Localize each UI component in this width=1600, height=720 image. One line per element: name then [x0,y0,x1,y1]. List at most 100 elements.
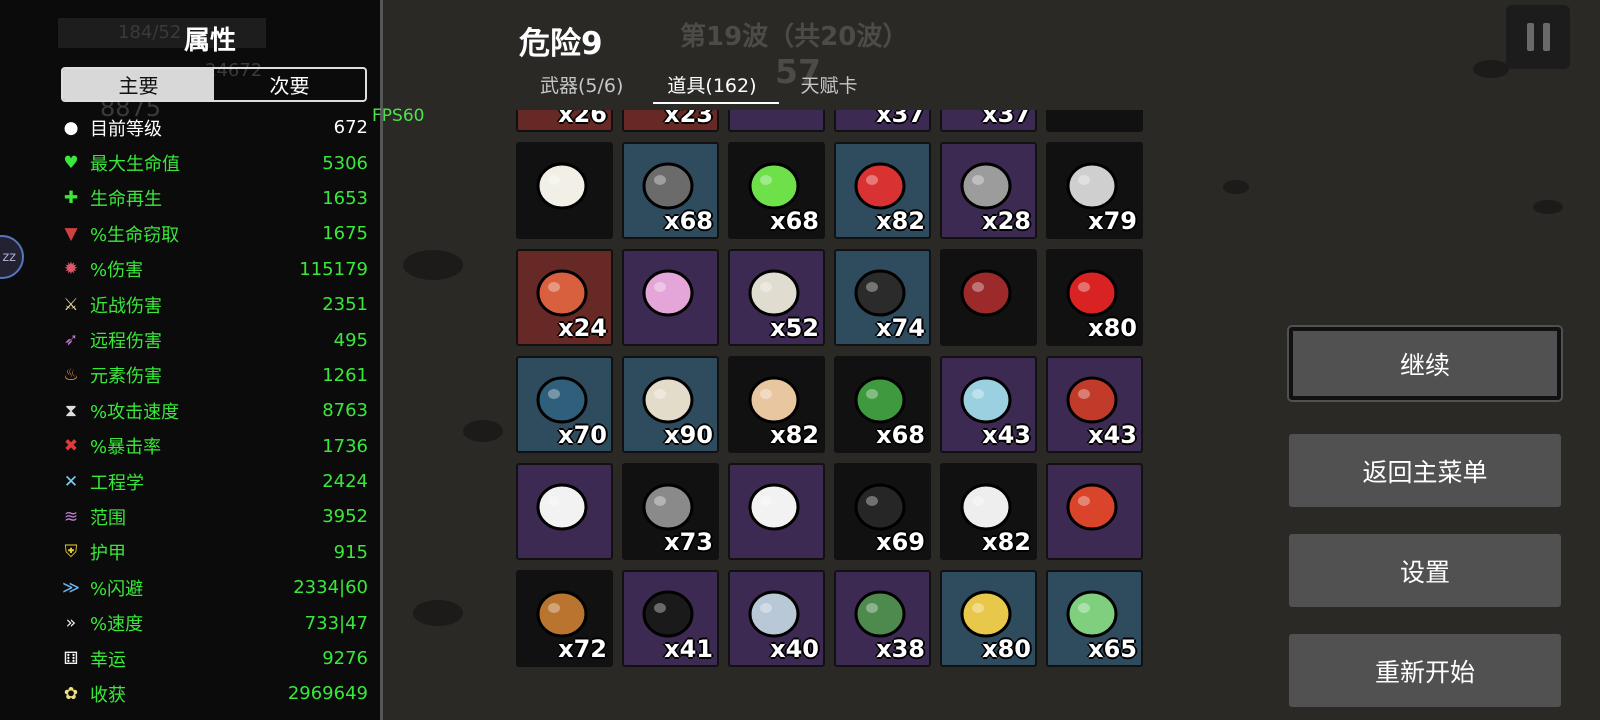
stone-item[interactable]: x68 [622,142,719,239]
item-count: x90 [664,421,713,449]
item-grid: x26 x23 x37 x37 x68 x68 x82 x28 x79 x24 x52 x74 x80 x… [516,110,1143,667]
stat-value: 495 [333,329,368,351]
tooth-item[interactable] [516,142,613,239]
bowler-hat-item[interactable]: x41 [622,570,719,667]
octopus-item[interactable]: x26 [516,110,613,132]
item-count: x41 [664,635,713,663]
item-count: x80 [982,635,1031,663]
potion-creature-item[interactable]: x65 [1046,570,1143,667]
item-count: x79 [1088,207,1137,235]
slime-icon [744,154,804,214]
crystal-icon [744,582,804,642]
bullet-item[interactable]: x24 [516,249,613,346]
potion-creature-icon [1062,582,1122,642]
brain-item[interactable] [622,249,719,346]
stat-row: ♨ 元素伤害 1261 [58,358,368,393]
stat-value: 2351 [322,294,368,316]
item-count: x23 [664,110,713,128]
stat-row: ✹ %伤害 115179 [58,252,368,287]
stat-value: 1653 [322,187,368,209]
slime-item[interactable]: x68 [728,142,825,239]
scarf-item[interactable]: x79 [1046,142,1143,239]
item-count: x80 [1088,314,1137,342]
luck-icon: ⚅ [63,648,79,669]
tab-weapons[interactable]: 武器(5/6) [518,70,645,104]
item-grid-viewport[interactable]: x26 x23 x37 x37 x68 x68 x82 x28 x79 x24 x52 x74 x80 x… [516,110,1152,697]
missile-item[interactable] [1046,110,1143,132]
stat-tabs: 主要 次要 [61,67,367,102]
stat-row: ⛨ 护甲 915 [58,535,368,570]
stat-value: 2334|60 [293,577,368,599]
danger-level-title: 危险9 [519,26,603,62]
bandana-item[interactable]: x43 [1046,356,1143,453]
continue-button[interactable]: 继续 [1289,327,1561,400]
helmet-item[interactable]: x28 [940,142,1037,239]
belt-item[interactable]: x74 [834,249,931,346]
crystal-item[interactable]: x40 [728,570,825,667]
alien-item[interactable]: x73 [622,463,719,560]
worm-icon [638,368,698,428]
stat-value: 733|47 [304,612,368,634]
item-count: x82 [876,207,925,235]
ring-item[interactable]: x70 [516,356,613,453]
item-count: x38 [876,635,925,663]
stat-label: 范围 [90,507,126,529]
rocket-item[interactable]: x23 [622,110,719,132]
dog-item[interactable]: x72 [516,570,613,667]
tab-items[interactable]: 道具(162) [645,70,779,104]
stat-label: 生命再生 [90,189,162,211]
mask-item[interactable]: x82 [728,356,825,453]
ghost-item[interactable]: x37 [834,110,931,132]
stat-row: ▼ %生命窃取 1675 [58,216,368,251]
tree-item[interactable]: x68 [834,356,931,453]
snail-family-item[interactable] [728,463,825,560]
tab-primary-stats[interactable]: 主要 [63,69,214,100]
stat-row: » %速度 733|47 [58,605,368,640]
pause-button[interactable] [1506,5,1570,69]
beanie-item[interactable]: x69 [834,463,931,560]
item-count: x43 [982,421,1031,449]
stat-row: ≫ %闪避 2334|60 [58,570,368,605]
stat-label: %攻击速度 [90,401,180,423]
regen-icon: ✚ [63,188,79,209]
bandage-item[interactable]: x82 [940,463,1037,560]
stat-label: 远程伤害 [90,331,162,353]
stat-label: %生命窃取 [90,224,180,246]
item-count: x73 [664,528,713,556]
necklace-item[interactable]: x80 [940,570,1037,667]
belt-icon [850,261,910,321]
tab-talent-cards[interactable]: 天赋卡 [779,70,880,104]
elemental-icon: ♨ [63,365,79,386]
robot-item[interactable]: x37 [940,110,1037,132]
worm-item[interactable]: x90 [622,356,719,453]
tab-secondary-stats[interactable]: 次要 [214,69,365,100]
item-count: x52 [770,314,819,342]
tomato-item[interactable] [1046,463,1143,560]
lifesteal-icon: ▼ [64,223,78,244]
stone-icon [638,154,698,214]
stat-value: 1675 [322,223,368,245]
dog-icon [532,582,592,642]
stat-value: 1261 [322,364,368,386]
target-item[interactable]: x82 [834,142,931,239]
stat-row: ✚ 生命再生 1653 [58,181,368,216]
settings-button[interactable]: 设置 [1289,534,1561,607]
bandage-icon [956,475,1016,535]
main-menu-button[interactable]: 返回主菜单 [1289,434,1561,507]
tardigrade-item[interactable]: x52 [728,249,825,346]
stat-row: ⚔ 近战伤害 2351 [58,287,368,322]
gift-box-item[interactable] [728,110,825,132]
tree-icon [850,368,910,428]
plaid-shirt-item[interactable] [940,249,1037,346]
stat-list: ● 目前等级 672 ♥ 最大生命值 5306 ✚ 生命再生 1653 ▼ %生命窃取 1675 ✹ %伤… [58,110,368,712]
wave-indicator: 第19波（共20波） [680,22,909,52]
restart-button[interactable]: 重新开始 [1289,634,1561,707]
beard-item[interactable] [516,463,613,560]
boxing-glove-item[interactable]: x80 [1046,249,1143,346]
item-count: x68 [770,207,819,235]
cannon-item[interactable]: x43 [940,356,1037,453]
stat-value: 3952 [322,506,368,528]
speed-icon: » [65,613,77,634]
tomato-icon [1062,475,1122,535]
flower-ring-item[interactable]: x38 [834,570,931,667]
